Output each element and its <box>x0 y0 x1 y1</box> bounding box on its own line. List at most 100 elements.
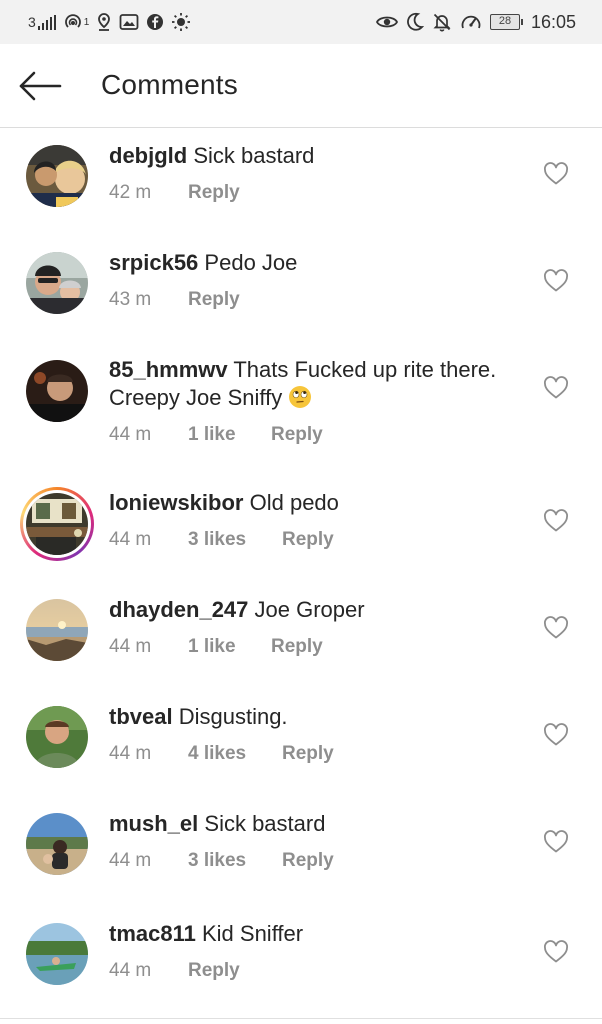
reply-button[interactable]: Reply <box>282 850 334 872</box>
divider <box>0 1018 602 1019</box>
likes-count[interactable]: 3 likes <box>188 529 282 551</box>
comment-time: 44 m <box>109 960 152 981</box>
face-with-rolling-eyes-icon <box>289 386 312 408</box>
comment-time: 44 m <box>109 636 152 657</box>
username[interactable]: srpick56 <box>109 250 198 275</box>
like-button[interactable] <box>543 723 569 747</box>
avatar[interactable] <box>26 145 88 207</box>
bell-off-icon <box>432 12 452 32</box>
comment-text: srpick56 Pedo Joe <box>109 249 529 277</box>
comment-meta: 42 m Reply <box>109 182 240 204</box>
comment-body: Old pedo <box>249 490 339 515</box>
brightness-icon <box>171 12 191 32</box>
reply-button[interactable]: Reply <box>188 289 240 311</box>
comment-time: 42 m <box>109 182 152 203</box>
status-bar-left: 3 1 <box>28 11 191 33</box>
moon-icon <box>406 12 424 32</box>
reply-button[interactable]: Reply <box>282 529 334 551</box>
like-button[interactable] <box>543 509 569 533</box>
like-button[interactable] <box>543 830 569 854</box>
avatar-story-ring[interactable] <box>20 487 94 561</box>
comment-body: Joe Groper <box>254 597 365 622</box>
comment-meta: 44 m 3 likes Reply <box>109 529 334 551</box>
comment-text: loniewskibor Old pedo <box>109 489 529 517</box>
comment-item: tmac811 Kid Sniffer 44 m Reply <box>0 903 602 1010</box>
comment-text: dhayden_247 Joe Groper <box>109 596 529 624</box>
status-bar: 3 1 28 16:05 <box>0 0 602 44</box>
comment-body: Kid Sniffer <box>201 921 304 946</box>
comment-meta: 44 m 4 likes Reply <box>109 743 334 765</box>
hotspot-icon: 1 <box>63 12 90 32</box>
like-button[interactable] <box>543 162 569 186</box>
username[interactable]: loniewskibor <box>109 490 243 515</box>
comment-item: 85_hmmwv Thats Fucked up rite there. Cre… <box>0 342 602 475</box>
facebook-icon <box>146 13 164 31</box>
like-button[interactable] <box>543 616 569 640</box>
location-icon <box>96 12 112 32</box>
heart-icon <box>544 616 568 639</box>
heart-icon <box>544 830 568 853</box>
likes-count[interactable]: 1 like <box>188 636 271 658</box>
like-button[interactable] <box>543 940 569 964</box>
reply-button[interactable]: Reply <box>188 182 240 204</box>
username[interactable]: tbveal <box>109 704 173 729</box>
page-title: Comments <box>101 69 238 100</box>
comment-text: tmac811 Kid Sniffer <box>109 920 529 948</box>
avatar[interactable] <box>26 813 88 875</box>
network-type: 3 <box>28 14 36 30</box>
comment-meta: 44 m 1 like Reply <box>109 424 323 446</box>
username[interactable]: 85_hmmwv <box>109 357 228 382</box>
heart-icon <box>544 376 568 399</box>
back-button[interactable] <box>16 66 64 106</box>
avatar[interactable] <box>26 599 88 661</box>
heart-icon <box>544 269 568 292</box>
avatar <box>26 493 88 555</box>
battery-icon: 28 <box>489 14 523 30</box>
avatar[interactable] <box>26 706 88 768</box>
username[interactable]: dhayden_247 <box>109 597 248 622</box>
likes-count[interactable]: 4 likes <box>188 743 282 765</box>
comment-body: Disgusting. <box>178 704 288 729</box>
heart-icon <box>544 940 568 963</box>
reply-button[interactable]: Reply <box>188 960 240 982</box>
like-button[interactable] <box>543 269 569 293</box>
speed-icon <box>460 12 482 32</box>
signal-icon: 3 <box>28 14 56 30</box>
comment-body: Sick bastard <box>193 143 315 168</box>
eye-icon <box>375 13 398 31</box>
avatar[interactable] <box>26 923 88 985</box>
reply-button[interactable]: Reply <box>271 424 323 446</box>
comment-time: 43 m <box>109 289 152 310</box>
username[interactable]: mush_el <box>109 811 198 836</box>
hotspot-count: 1 <box>83 16 90 28</box>
like-button[interactable] <box>543 376 569 400</box>
comment-meta: 43 m Reply <box>109 289 240 311</box>
heart-icon <box>544 723 568 746</box>
status-bar-right: 28 16:05 <box>375 11 576 33</box>
comment-meta: 44 m Reply <box>109 960 240 982</box>
comment-time: 44 m <box>109 424 152 445</box>
username[interactable]: debjgld <box>109 143 187 168</box>
comment-text: debjgld Sick bastard <box>109 142 529 170</box>
reply-button[interactable]: Reply <box>271 636 323 658</box>
comment-body: Sick bastard <box>204 811 326 836</box>
heart-icon <box>544 162 568 185</box>
comment-item: mush_el Sick bastard 44 m 3 likes Reply <box>0 796 602 903</box>
likes-count[interactable]: 3 likes <box>188 850 282 872</box>
comment-time: 44 m <box>109 850 152 871</box>
comment-item: debjgld Sick bastard 42 m Reply <box>0 128 602 235</box>
comment-item: srpick56 Pedo Joe 43 m Reply <box>0 235 602 342</box>
avatar[interactable] <box>26 360 88 422</box>
username[interactable]: tmac811 <box>109 921 196 946</box>
comment-meta: 44 m 3 likes Reply <box>109 850 334 872</box>
heart-icon <box>544 509 568 532</box>
avatar[interactable] <box>26 252 88 314</box>
comment-item: tbveal Disgusting. 44 m 4 likes Reply <box>0 689 602 796</box>
comment-text: mush_el Sick bastard <box>109 810 529 838</box>
likes-count[interactable]: 1 like <box>188 424 271 446</box>
reply-button[interactable]: Reply <box>282 743 334 765</box>
app-header: Comments <box>0 44 602 128</box>
gallery-icon <box>119 13 139 31</box>
comment-text: tbveal Disgusting. <box>109 703 529 731</box>
comment-meta: 44 m 1 like Reply <box>109 636 323 658</box>
